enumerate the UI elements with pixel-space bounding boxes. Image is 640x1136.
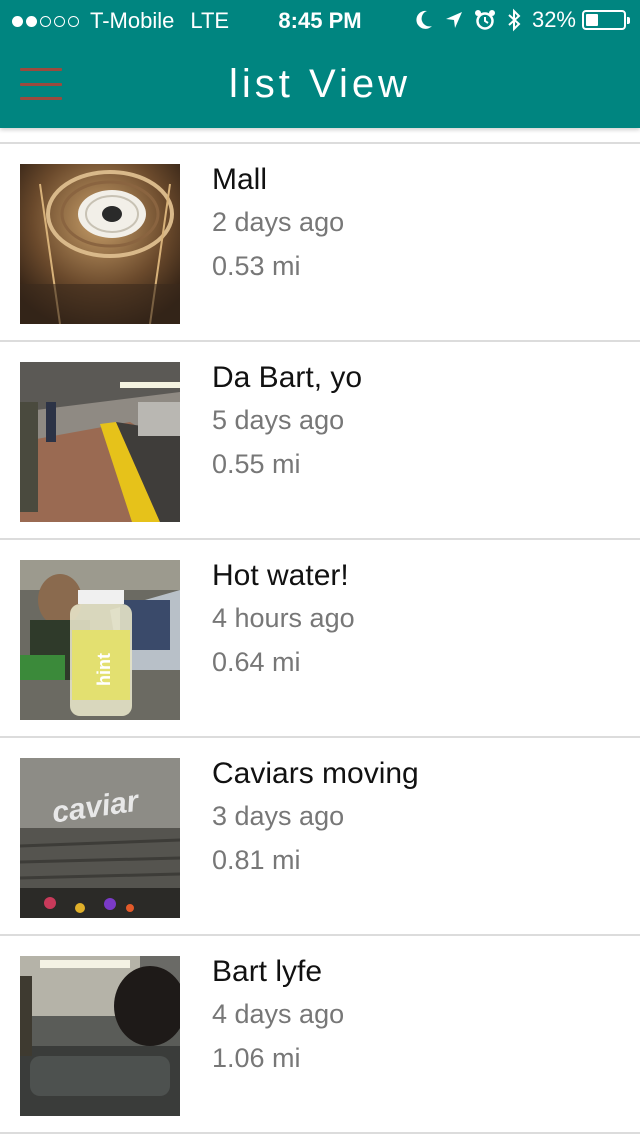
list-item[interactable]: caviar Caviars moving 3 days ago 0.81 mi	[0, 738, 640, 936]
bluetooth-icon	[506, 8, 522, 32]
list-item[interactable]: Bart lyfe 4 days ago 1.06 mi	[0, 936, 640, 1134]
post-distance: 0.64 mi	[212, 647, 301, 677]
status-right: 32%	[404, 7, 630, 33]
post-distance: 0.55 mi	[212, 449, 301, 479]
post-time: 4 days ago	[212, 999, 345, 1029]
app-header: T-Mobile LTE 8:45 PM 32% list View	[0, 0, 640, 128]
post-thumbnail[interactable]	[20, 362, 180, 522]
post-distance: 0.53 mi	[212, 251, 301, 281]
alarm-icon	[474, 8, 496, 32]
post-title: Mall	[212, 163, 268, 196]
list-item[interactable]: hint Hot water! 4 hours ago 0.64 mi	[0, 540, 640, 738]
post-title: Da Bart, yo	[212, 361, 363, 394]
post-title: Bart lyfe	[212, 955, 323, 988]
post-list: Mall 2 days ago 0.53 mi Da Bart, yo 5 da…	[0, 128, 640, 1134]
moon-icon	[414, 8, 434, 32]
post-thumbnail[interactable]: caviar	[20, 758, 180, 918]
battery-nub	[627, 17, 630, 24]
post-time: 4 hours ago	[212, 603, 355, 633]
battery-percent: 32%	[531, 7, 576, 32]
battery-fill	[586, 14, 598, 26]
post-distance: 0.81 mi	[212, 845, 301, 875]
battery-icon	[582, 10, 630, 30]
page-title: list View	[229, 62, 411, 106]
list-item[interactable]: Mall 2 days ago 0.53 mi	[0, 144, 640, 342]
status-bar: T-Mobile LTE 8:45 PM 32%	[0, 0, 640, 40]
post-thumbnail[interactable]: hint	[20, 560, 180, 720]
post-thumbnail[interactable]	[20, 164, 180, 324]
post-title: Caviars moving	[212, 757, 419, 790]
post-distance: 1.06 mi	[212, 1043, 301, 1073]
post-time: 5 days ago	[212, 405, 345, 435]
post-thumbnail[interactable]	[20, 956, 180, 1116]
post-time: 2 days ago	[212, 207, 345, 237]
list-item[interactable]: Da Bart, yo 5 days ago 0.55 mi	[0, 342, 640, 540]
divider	[0, 128, 640, 144]
location-arrow-icon	[444, 8, 464, 32]
post-time: 3 days ago	[212, 801, 345, 831]
svg-text:hint: hint	[94, 653, 114, 686]
post-title: Hot water!	[212, 559, 349, 592]
